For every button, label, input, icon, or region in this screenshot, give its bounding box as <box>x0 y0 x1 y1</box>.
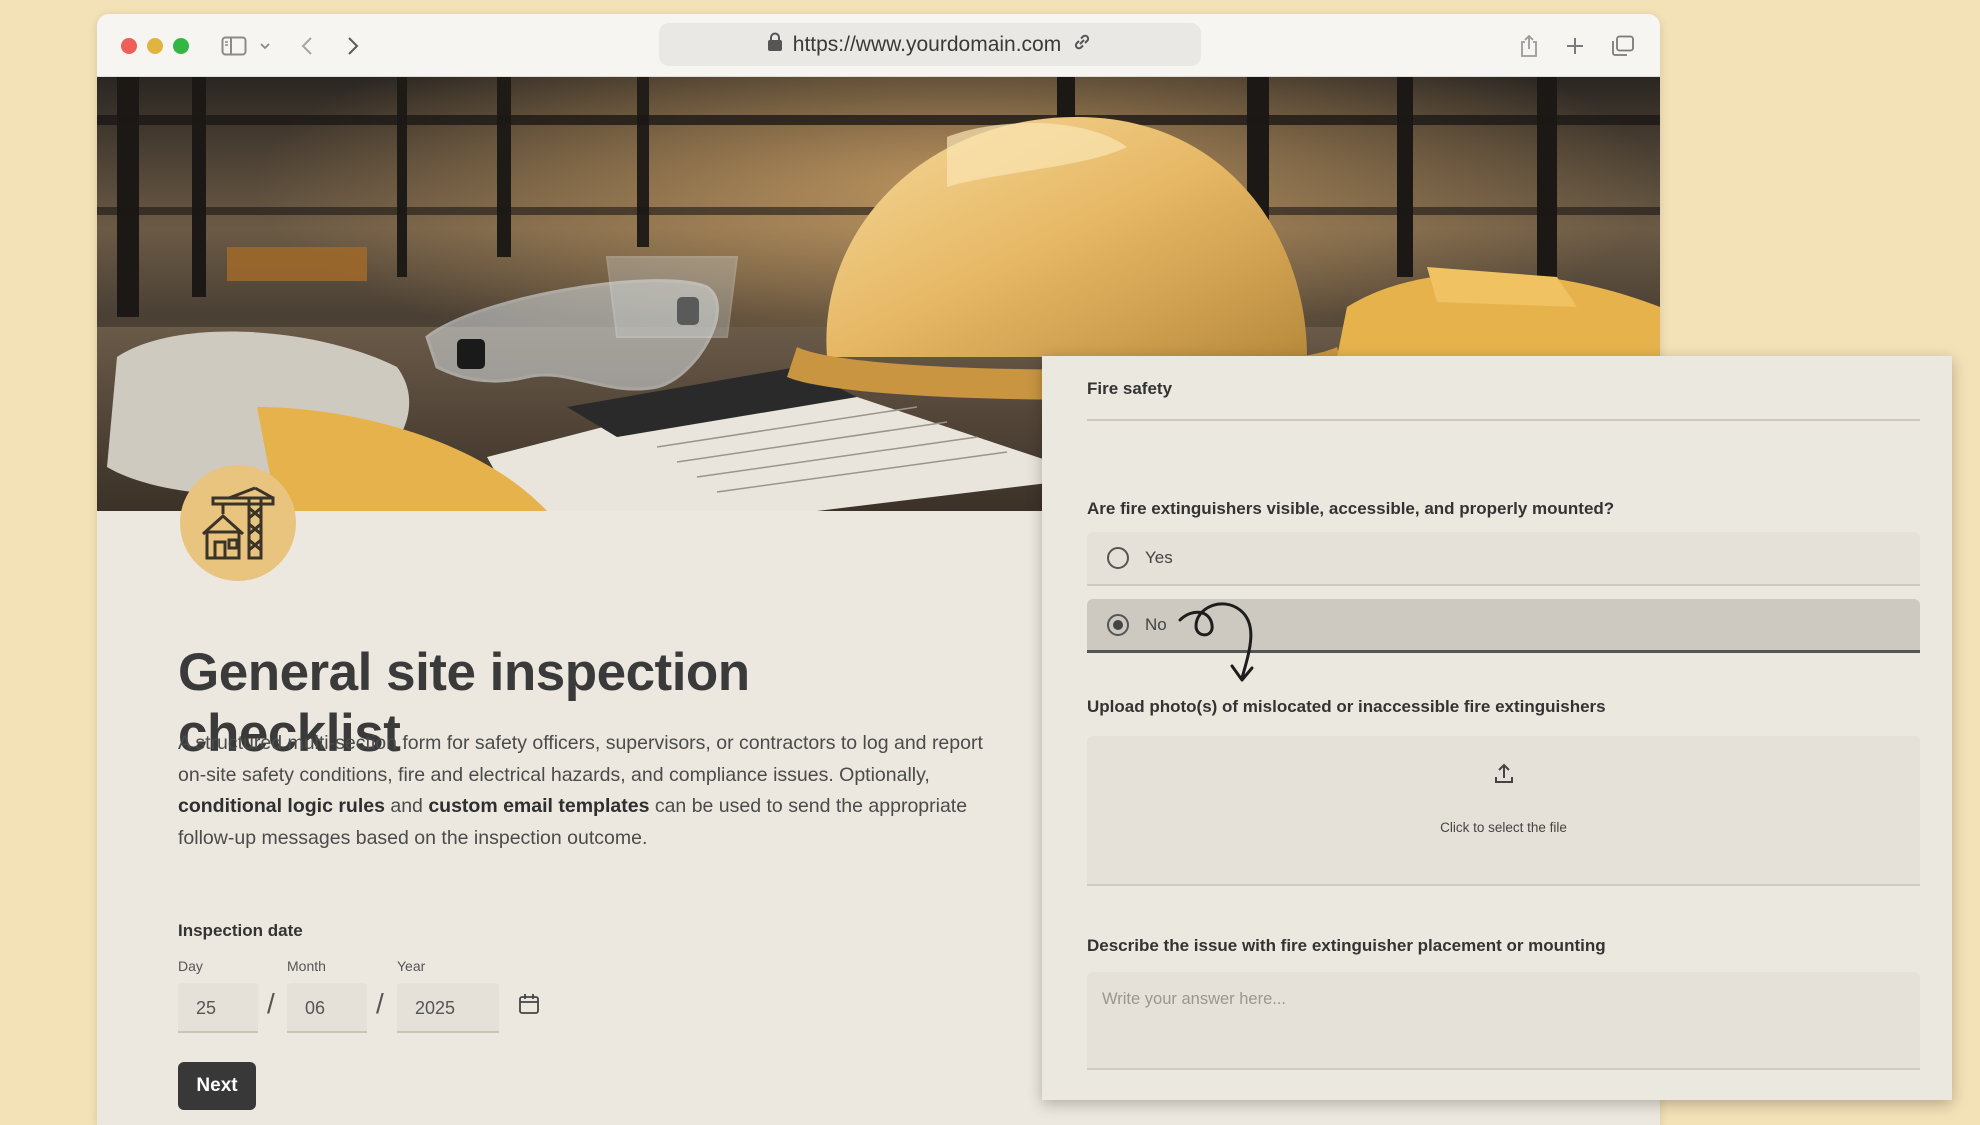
option-no-label: No <box>1145 614 1167 634</box>
address-bar[interactable]: https://www.yourdomain.com <box>659 23 1201 66</box>
month-input[interactable]: 06 <box>287 983 367 1033</box>
day-label: Day <box>178 958 203 974</box>
form-logo <box>180 465 296 581</box>
date-separator: / <box>376 988 384 1019</box>
url-text: https://www.yourdomain.com <box>792 32 1062 56</box>
desc-bold-conditional-logic: conditional logic rules <box>178 795 385 817</box>
upload-icon <box>1492 762 1516 791</box>
describe-question: Describe the issue with fire extinguishe… <box>1087 936 1606 955</box>
chevron-down-icon[interactable] <box>257 32 273 60</box>
fire-safety-panel: Fire safety Are fire extinguishers visib… <box>1042 356 1952 1100</box>
inspection-date-label: Inspection date <box>178 921 303 940</box>
upload-question: Upload photo(s) of mislocated or inacces… <box>1087 697 1606 716</box>
tabs-overview-icon[interactable] <box>1611 32 1635 60</box>
extinguisher-question: Are fire extinguishers visible, accessib… <box>1087 499 1615 518</box>
radio-yes[interactable] <box>1107 547 1129 569</box>
option-yes-label: Yes <box>1145 548 1173 567</box>
sidebar-toggle-icon[interactable] <box>219 32 249 60</box>
date-separator: / <box>267 988 275 1019</box>
file-upload-dropzone[interactable]: Click to select the file <box>1087 736 1920 886</box>
day-input[interactable]: 25 <box>178 983 258 1033</box>
year-input[interactable]: 2025 <box>397 983 499 1033</box>
month-label: Month <box>287 958 326 974</box>
calendar-icon[interactable] <box>518 993 540 1020</box>
curly-arrow-icon <box>1178 602 1254 682</box>
browser-toolbar: https://www.yourdomain.com <box>97 14 1660 77</box>
close-window-button[interactable] <box>121 38 137 54</box>
back-arrow-icon[interactable] <box>297 32 317 60</box>
upload-prompt: Click to select the file <box>1440 820 1567 835</box>
year-label: Year <box>397 958 426 974</box>
forward-arrow-icon[interactable] <box>343 32 363 60</box>
lock-icon <box>767 32 783 58</box>
maximize-window-button[interactable] <box>173 38 189 54</box>
option-yes[interactable]: Yes <box>1087 532 1920 586</box>
section-title: Fire safety <box>1087 379 1173 398</box>
new-tab-icon[interactable] <box>1563 32 1587 60</box>
construction-crane-icon <box>201 486 275 560</box>
form-description: A structured multi-section form for safe… <box>178 728 998 854</box>
answer-textarea[interactable]: Write your answer here... <box>1087 972 1920 1070</box>
radio-no-selected[interactable] <box>1107 613 1129 636</box>
desc-text-2: and <box>384 795 429 817</box>
desc-bold-email-templates: custom email templates <box>428 795 650 817</box>
share-icon[interactable] <box>1517 32 1541 60</box>
link-icon[interactable] <box>1071 31 1093 59</box>
section-divider <box>1087 419 1920 421</box>
desc-text-1: A structured multi-section form for safe… <box>178 732 983 786</box>
next-button[interactable]: Next <box>178 1062 256 1110</box>
minimize-window-button[interactable] <box>147 38 163 54</box>
